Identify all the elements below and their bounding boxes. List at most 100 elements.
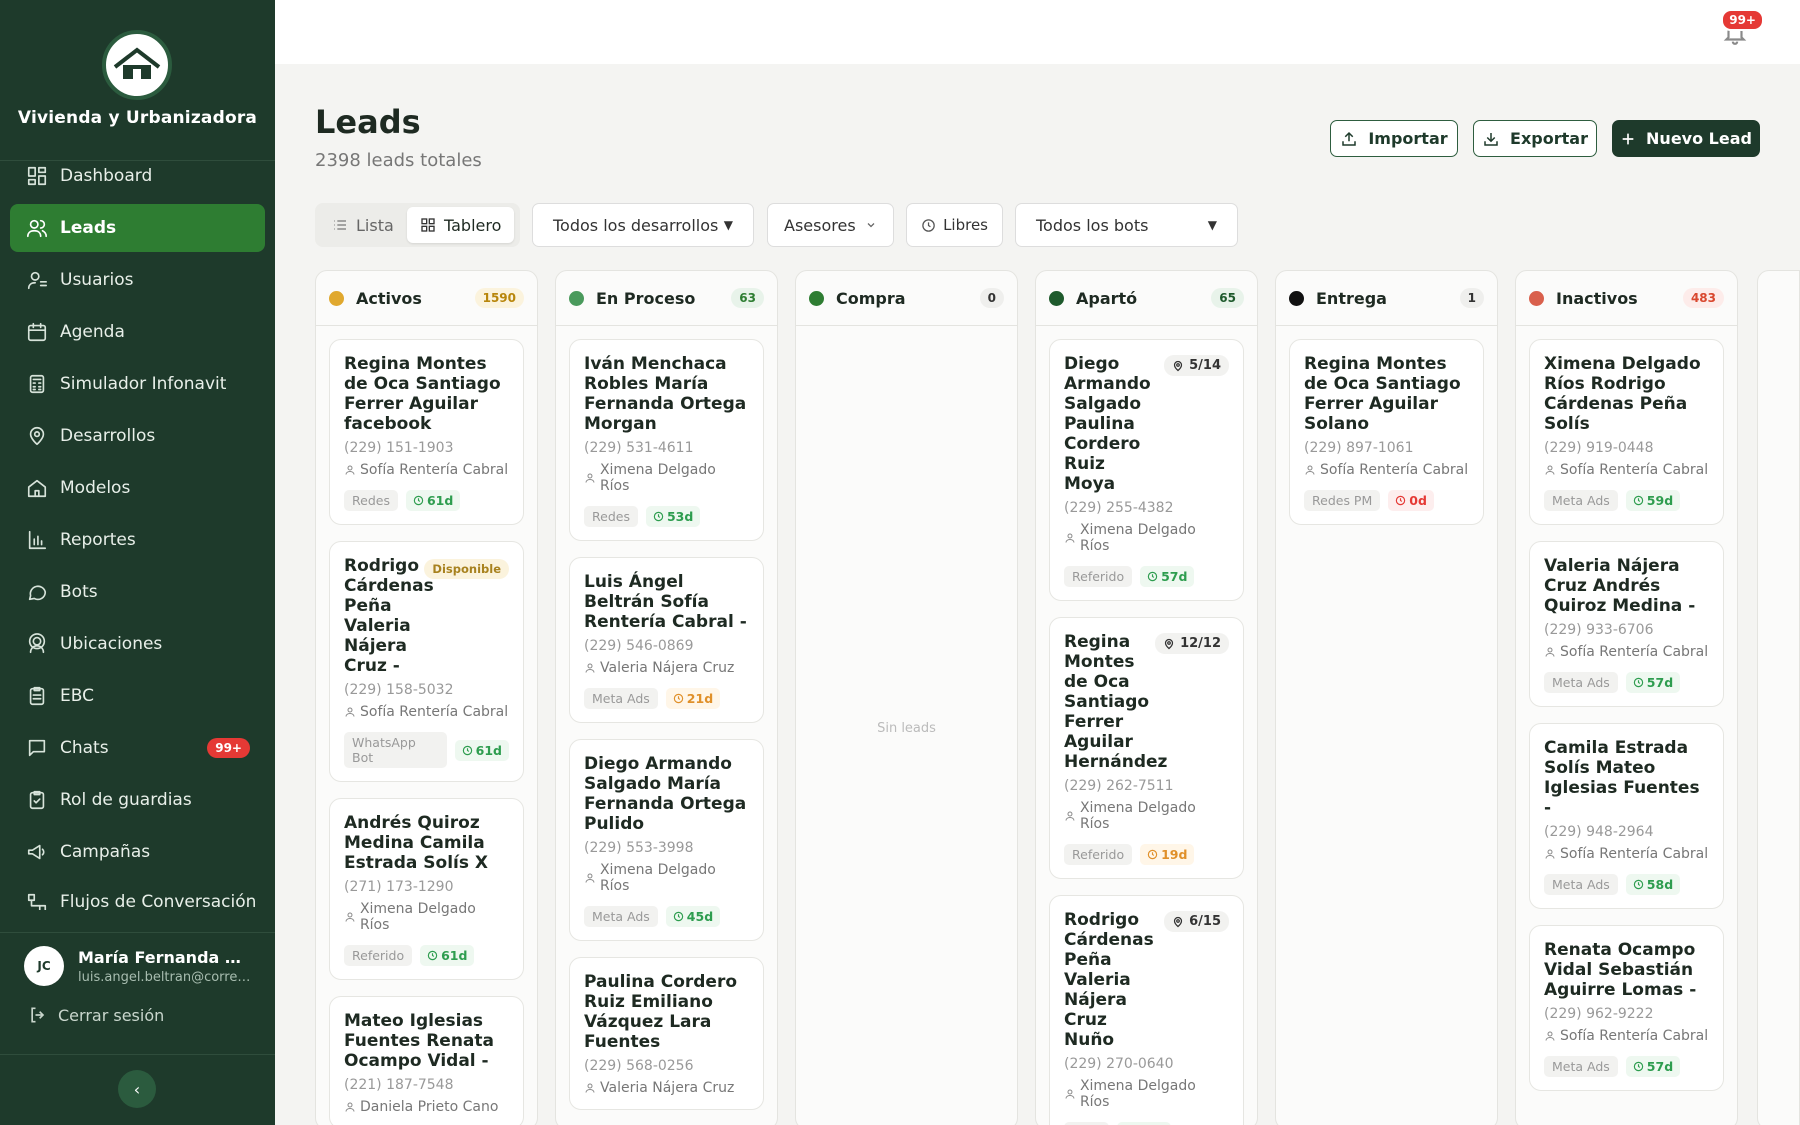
sidebar-item-3[interactable]: Agenda	[10, 308, 265, 356]
sidebar-item-13[interactable]: Campañas	[10, 828, 265, 876]
location-badge-label: 5/14	[1189, 358, 1221, 373]
lead-agent-name: Sofía Rentería Cabral	[1560, 462, 1709, 478]
collapse-sidebar-button[interactable]: ‹	[118, 1070, 156, 1108]
lead-agent: Ximena Delgado Ríos	[584, 862, 749, 894]
house-logo-icon	[113, 47, 161, 79]
sidebar-item-4[interactable]: Simulador Infonavit	[10, 360, 265, 408]
new-lead-button[interactable]: Nuevo Lead	[1612, 120, 1760, 157]
age-badge-label: 57d	[1646, 1059, 1674, 1074]
nav-icon-wrap	[26, 321, 48, 343]
lead-name: Andrés Quiroz Medina Camila Estrada Solí…	[344, 813, 488, 873]
age-badge-label: 57d	[1161, 569, 1188, 584]
nav-icon-wrap	[26, 841, 48, 863]
lead-card[interactable]: Regina Montes de Oca Santiago Ferrer Agu…	[329, 339, 524, 525]
clock-icon	[1147, 571, 1158, 582]
source-tag: Meta Ads	[1544, 1056, 1618, 1077]
lead-card[interactable]: 5/14 Diego Armando Salgado Paulina Corder…	[1049, 339, 1244, 601]
status-dot	[1529, 290, 1544, 306]
nav-icon-wrap	[26, 217, 48, 239]
column-count: 63	[731, 288, 764, 308]
sidebar-item-label: Leads	[60, 218, 117, 238]
lead-card[interactable]: Andrés Quiroz Medina Camila Estrada Solí…	[329, 798, 524, 980]
lead-tags: Referido 61d	[344, 945, 509, 966]
lead-tags: Referido 19d	[1064, 844, 1229, 865]
column-header: Inactivos 483	[1516, 271, 1737, 326]
lead-agent-name: Valeria Nájera Cruz	[600, 1080, 735, 1096]
clock-icon	[1633, 677, 1643, 688]
lead-agent: Valeria Nájera Cruz	[584, 1080, 749, 1096]
tab-board-view[interactable]: Tablero	[407, 207, 515, 243]
sidebar-item-5[interactable]: Desarrollos	[10, 412, 265, 460]
lead-card[interactable]: Paulina Cordero Ruiz Emiliano Vázquez La…	[569, 957, 764, 1110]
sidebar-item-label: Flujos de Conversación	[60, 892, 257, 910]
free-filter-button[interactable]: Libres	[906, 203, 1003, 247]
sidebar-item-7[interactable]: Reportes	[10, 516, 265, 564]
user-icon	[585, 1083, 595, 1093]
age-badge-label: 61d	[475, 742, 502, 758]
import-label: Importar	[1368, 129, 1448, 148]
user-profile[interactable]: JC María Fernanda Orte... luis.angel.bel…	[24, 946, 253, 986]
lead-card[interactable]: Renata Ocampo Vidal Sebastián Aguirre Lo…	[1529, 925, 1724, 1091]
nav-icon-wrap	[26, 529, 48, 551]
nav-icon-wrap	[26, 737, 48, 759]
sidebar-item-6[interactable]: Modelos	[10, 464, 265, 512]
sidebar-item-10[interactable]: EBC	[10, 672, 265, 720]
lead-agent-name: Sofía Rentería Cabral	[360, 704, 509, 720]
page-title: Leads	[315, 103, 421, 141]
lead-card[interactable]: Disponible Rodrigo Cárdenas Peña Valeria …	[329, 541, 524, 782]
column-title: Activos	[356, 288, 422, 308]
user-icon	[585, 663, 595, 673]
user-icon	[1545, 647, 1555, 657]
lead-card[interactable]: 12/12 Regina Montes de Oca Santiago Ferre…	[1049, 617, 1244, 879]
bots-select[interactable]: Todos los bots ▼	[1015, 203, 1238, 247]
lead-card[interactable]: 6/15 Rodrigo Cárdenas Peña Valeria Nájera…	[1049, 895, 1244, 1125]
lead-card[interactable]: Regina Montes de Oca Santiago Ferrer Agu…	[1289, 339, 1484, 525]
sidebar-item-0[interactable]: Dashboard	[10, 152, 265, 200]
sidebar-item-14[interactable]: Flujos de Conversación	[10, 880, 265, 910]
lead-card[interactable]: Mateo Iglesias Fuentes Renata Ocampo Vid…	[329, 996, 524, 1125]
clock-icon	[1633, 1061, 1643, 1072]
sidebar-item-1[interactable]: Leads	[10, 204, 265, 252]
column-title: En Proceso	[596, 288, 696, 308]
column-count: 0	[979, 288, 1004, 308]
nav-icon-wrap	[26, 789, 48, 811]
column-header: Entrega 1	[1276, 271, 1497, 326]
user-icon	[1545, 849, 1555, 859]
sidebar-item-label: Ubicaciones	[60, 634, 163, 654]
company-logo[interactable]	[102, 30, 172, 100]
age-badge: 61d	[420, 945, 475, 966]
export-button[interactable]: Exportar	[1473, 120, 1597, 157]
age-badge: 0d	[1388, 490, 1434, 511]
tab-list-view[interactable]: Lista	[319, 207, 407, 243]
lead-agent: Ximena Delgado Ríos	[584, 462, 749, 494]
sidebar-item-9[interactable]: Ubicaciones	[10, 620, 265, 668]
logout-icon	[31, 1007, 45, 1023]
sidebar-item-12[interactable]: Rol de guardias	[10, 776, 265, 824]
lead-agent-name: Sofía Rentería Cabral	[1560, 1028, 1709, 1044]
logout-button[interactable]: Cerrar sesión	[28, 1005, 164, 1025]
developments-select[interactable]: Todos los desarrollos ▼	[532, 203, 754, 247]
lead-card[interactable]: Luis Ángel Beltrán Sofía Rentería Cabral…	[569, 557, 764, 723]
lead-agent-name: Ximena Delgado Ríos	[599, 462, 716, 494]
sidebar-item-11[interactable]: Chats 99+	[10, 724, 265, 772]
location-badge-label: 6/15	[1189, 914, 1221, 929]
advisors-select[interactable]: Asesores	[767, 203, 894, 247]
lead-card[interactable]: Diego Armando Salgado María Fernanda Ort…	[569, 739, 764, 941]
sidebar-item-label: Chats	[60, 738, 109, 758]
lead-phone: (229) 897-1061	[1304, 440, 1414, 456]
import-button[interactable]: Importar	[1330, 120, 1458, 157]
lead-tags: Redes PM 0d	[1304, 490, 1469, 511]
lead-agent: Ximena Delgado Ríos	[344, 901, 509, 933]
lead-card[interactable]: Iván Menchaca Robles María Fernanda Orte…	[569, 339, 764, 541]
sidebar-item-8[interactable]: Bots	[10, 568, 265, 616]
clock-icon	[1633, 879, 1643, 890]
age-badge-label: 61d	[441, 948, 468, 963]
lead-phone: (229) 933-6706	[1544, 622, 1654, 638]
column-header: En Proceso 63	[556, 271, 777, 326]
lead-card[interactable]: Ximena Delgado Ríos Rodrigo Cárdenas Peñ…	[1529, 339, 1724, 525]
lead-card[interactable]: Valeria Nájera Cruz Andrés Quiroz Medina…	[1529, 541, 1724, 707]
lead-card[interactable]: Camila Estrada Solís Mateo Iglesias Fuen…	[1529, 723, 1724, 909]
lead-phone: (229) 568-0256	[584, 1058, 694, 1074]
flow-icon	[27, 893, 47, 910]
sidebar-item-2[interactable]: Usuarios	[10, 256, 265, 304]
